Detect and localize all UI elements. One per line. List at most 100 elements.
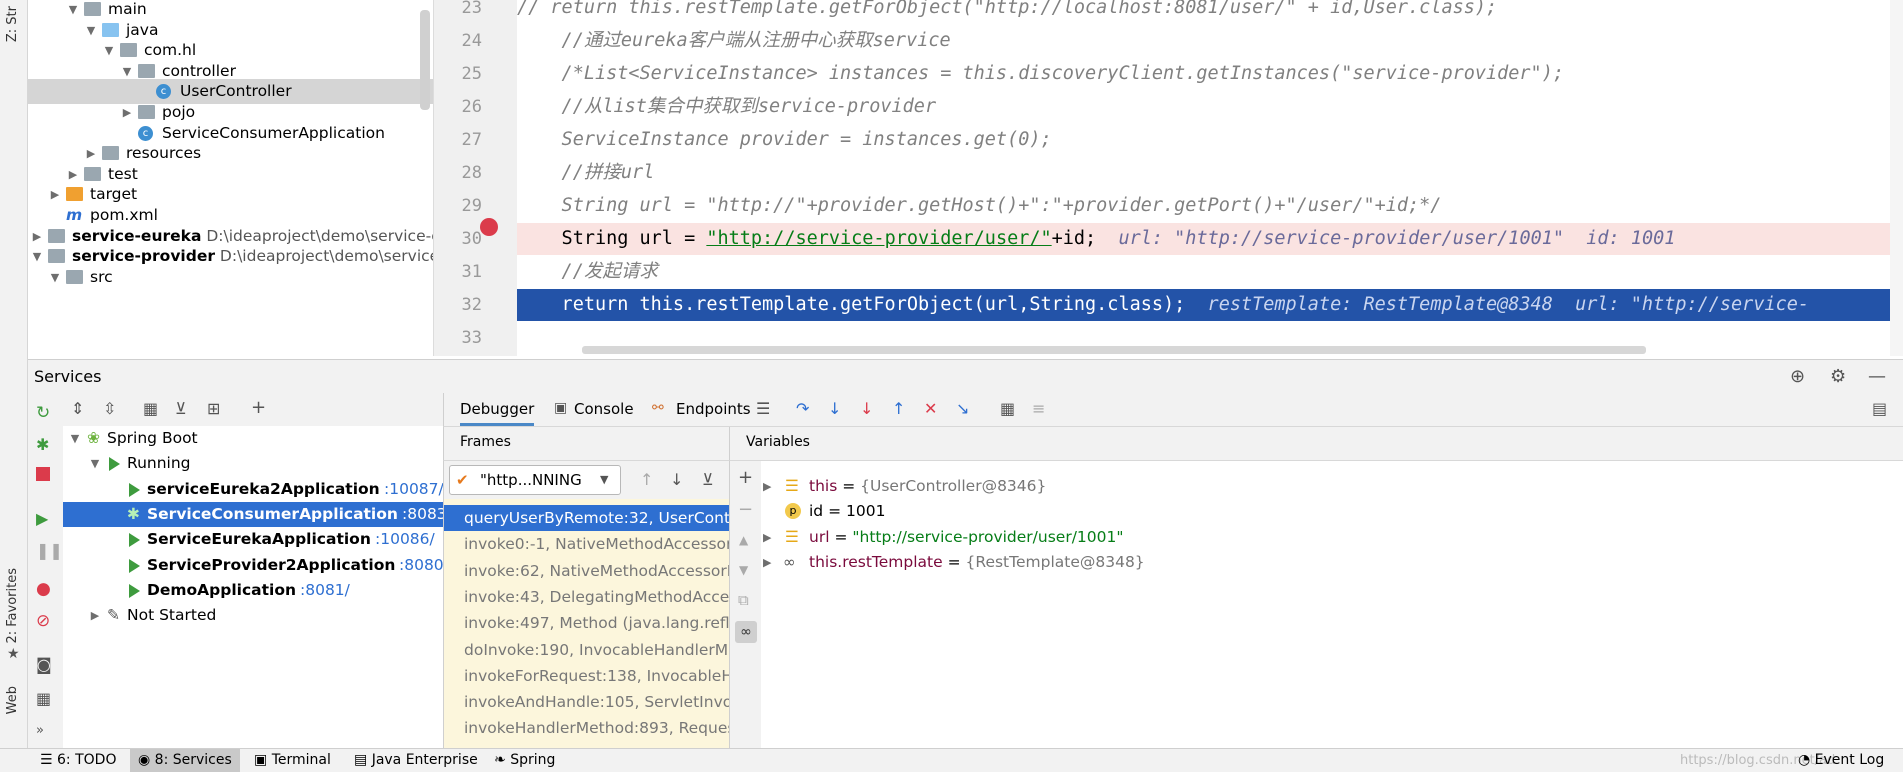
structure-tool-tab[interactable]: Z: Str bbox=[5, 6, 20, 42]
step-out-icon[interactable]: ↑ bbox=[892, 399, 905, 418]
code-text: //通过eureka客户端从注册中心获取service bbox=[517, 30, 951, 51]
collapse-all-icon[interactable]: ⇳ bbox=[103, 399, 116, 418]
chevron-right-icon[interactable]: ▶ bbox=[763, 550, 771, 575]
service-port-link[interactable]: :8081/ bbox=[300, 578, 350, 603]
service-port-link[interactable]: :8080/ bbox=[399, 553, 449, 578]
drop-frame-icon[interactable]: ✕ bbox=[924, 399, 937, 418]
code-line[interactable]: //从list集合中获取到service-provider bbox=[517, 91, 1890, 123]
previous-frame-icon[interactable]: ↑ bbox=[640, 470, 653, 489]
remove-watch-icon[interactable]: − bbox=[738, 499, 753, 520]
editor-horizontal-scrollbar[interactable] bbox=[582, 346, 1646, 354]
step-over-icon[interactable]: ↷ bbox=[796, 399, 809, 418]
service-item[interactable]: ✱ ServiceConsumerApplication:8083/ bbox=[63, 501, 452, 527]
menu-icon[interactable]: ☰ bbox=[756, 399, 770, 418]
chevron-right-icon[interactable]: ▶ bbox=[763, 525, 771, 550]
glasses-icon[interactable]: ∞ bbox=[735, 621, 757, 643]
stack-frame[interactable]: invokeForRequest:138, InvocableHar bbox=[444, 663, 730, 689]
stack-frame[interactable]: invoke:62, NativeMethodAccessorIm bbox=[444, 558, 730, 584]
stack-frame[interactable]: invokeHandlerMethod:893, Request bbox=[444, 715, 730, 741]
code-line[interactable]: //发起请求 bbox=[517, 256, 1890, 288]
mute-breakpoints-icon[interactable]: ⊘ bbox=[36, 611, 54, 631]
stack-frame[interactable]: doInvoke:190, InvocableHandlerMet bbox=[444, 637, 730, 663]
minimize-icon[interactable]: — bbox=[1868, 360, 1886, 393]
stack-frame[interactable]: invoke:43, DelegatingMethodAccess bbox=[444, 584, 730, 610]
service-item[interactable]: ServiceEurekaApplication:10086/ bbox=[63, 527, 443, 552]
filter-frames-icon[interactable]: ⊻ bbox=[702, 470, 714, 489]
service-port-link[interactable]: :10086/ bbox=[375, 527, 435, 552]
terminal-tool-tab[interactable]: ▣ Terminal bbox=[254, 749, 331, 772]
service-item[interactable]: ▶ ✎ Not Started bbox=[63, 603, 443, 628]
debug-icon[interactable]: ✱ bbox=[36, 435, 54, 454]
chevron-right-icon[interactable]: ▶ bbox=[763, 474, 771, 499]
more-icon[interactable]: » bbox=[36, 723, 54, 741]
filter-icon[interactable]: ⊻ bbox=[175, 399, 187, 418]
camera-icon[interactable]: ◙ bbox=[36, 655, 54, 674]
stack-frame[interactable]: queryUserByRemote:32, UserContro bbox=[444, 505, 730, 531]
variable-eq: = bbox=[942, 552, 966, 571]
crosshair-icon[interactable]: ⊕ bbox=[1790, 360, 1805, 393]
stack-frame[interactable]: invoke0:-1, NativeMethodAccessorIm bbox=[444, 531, 730, 557]
next-frame-icon[interactable]: ↓ bbox=[670, 470, 683, 489]
service-item[interactable]: serviceEureka2Application:10087/ bbox=[63, 477, 444, 502]
new-group-icon[interactable]: ⊞ bbox=[207, 399, 220, 418]
force-step-into-icon[interactable]: ↓ bbox=[860, 399, 873, 418]
evaluate-icon[interactable]: ▦ bbox=[1000, 399, 1015, 418]
trace-icon[interactable]: ≡ bbox=[1032, 399, 1045, 418]
module-icon bbox=[48, 249, 65, 264]
service-item[interactable]: DemoApplication:8081/ bbox=[63, 578, 443, 603]
code-line[interactable]: //拼接url bbox=[517, 157, 1890, 189]
move-up-icon[interactable]: ▲ bbox=[739, 533, 748, 547]
todo-tool-tab[interactable]: ☰ 6: TODO bbox=[40, 749, 116, 772]
services-tool-tab[interactable]: ◉ 8: Services bbox=[130, 749, 240, 772]
group-icon[interactable]: ▦ bbox=[143, 399, 158, 418]
project-tree-scrollbar[interactable] bbox=[420, 10, 430, 110]
code-line[interactable]: //通过eureka客户端从注册中心获取service bbox=[517, 25, 1890, 57]
spring-tool-tab[interactable]: ❧ Spring bbox=[494, 749, 555, 772]
step-into-icon[interactable]: ↓ bbox=[828, 399, 841, 418]
code-line[interactable]: /*List<ServiceInstance> instances = this… bbox=[517, 58, 1890, 90]
run-to-cursor-icon[interactable]: ↘ bbox=[956, 399, 969, 418]
stack-frame[interactable]: invoke:497, Method (java.lang.reflec bbox=[444, 610, 730, 636]
line-number: 23 bbox=[461, 0, 482, 18]
tab-debugger[interactable]: Debugger bbox=[460, 393, 535, 426]
code-line[interactable]: return this.restTemplate.getForObject(ur… bbox=[517, 289, 1890, 321]
layout-icon[interactable]: ▦ bbox=[36, 689, 54, 708]
code-line[interactable]: ServiceInstance provider = instances.get… bbox=[517, 124, 1890, 156]
add-service-icon[interactable]: + bbox=[251, 397, 266, 418]
favorites-tool-tab[interactable]: 2: Favorites bbox=[5, 568, 20, 644]
web-tool-tab[interactable]: Web bbox=[5, 686, 20, 714]
chevron-down-icon[interactable]: ▼ bbox=[48, 265, 62, 290]
code-line[interactable]: // return this.restTemplate.getForObject… bbox=[517, 0, 1890, 24]
chevron-down-icon[interactable]: ▼ bbox=[68, 426, 82, 451]
service-item[interactable]: ServiceProvider2Application:8080/ bbox=[63, 553, 449, 578]
thread-selector[interactable]: ✔ "http...NNING ▼ bbox=[449, 465, 621, 495]
chevron-right-icon[interactable]: ▶ bbox=[88, 603, 102, 628]
copy-icon[interactable]: ⧉ bbox=[738, 591, 749, 609]
move-down-icon[interactable]: ▼ bbox=[739, 563, 748, 577]
resume-icon[interactable]: ▶ bbox=[36, 509, 54, 528]
tab-console[interactable]: Console bbox=[574, 393, 634, 426]
pause-icon[interactable]: ❚❚ bbox=[36, 541, 63, 560]
service-item[interactable]: ▼ Running bbox=[63, 451, 443, 476]
code-line[interactable]: String url = "http://service-provider/us… bbox=[517, 223, 1890, 255]
editor-vertical-scrollbar[interactable] bbox=[1890, 0, 1903, 356]
stack-frame[interactable]: invokeAndHandle:105, ServletInvoca bbox=[444, 689, 730, 715]
java-enterprise-tool-tab[interactable]: ▤ Java Enterprise bbox=[354, 749, 478, 772]
code-editor[interactable]: // return this.restTemplate.getForObject… bbox=[517, 0, 1890, 356]
package-icon bbox=[120, 43, 137, 58]
event-log-tool-tab[interactable]: ◔ Event Log bbox=[1798, 749, 1884, 772]
expand-all-icon[interactable]: ⇕ bbox=[71, 399, 84, 418]
tab-endpoints[interactable]: Endpoints bbox=[676, 393, 751, 426]
service-port-link[interactable]: :10087/ bbox=[384, 477, 444, 502]
rerun-icon[interactable]: ↻ bbox=[36, 403, 54, 423]
tree-item[interactable]: ▼ src bbox=[28, 265, 433, 290]
view-breakpoints-icon[interactable]: ● bbox=[36, 579, 54, 599]
chevron-down-icon[interactable]: ▼ bbox=[88, 451, 102, 476]
gear-icon[interactable]: ⚙ bbox=[1830, 360, 1846, 393]
service-item[interactable]: ▼ ❀ Spring Boot bbox=[63, 426, 443, 451]
stop-icon[interactable] bbox=[36, 467, 50, 481]
code-line[interactable]: String url = "http://"+provider.getHost(… bbox=[517, 190, 1890, 222]
new-watch-icon[interactable]: + bbox=[738, 467, 753, 488]
layout-settings-icon[interactable]: ▤ bbox=[1872, 399, 1887, 418]
breakpoint-icon[interactable] bbox=[480, 218, 498, 236]
